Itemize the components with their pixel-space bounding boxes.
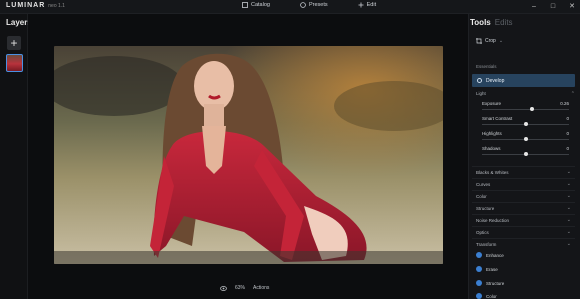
group-label: Transform <box>476 241 497 247</box>
zoom-level[interactable]: 63% <box>235 285 245 291</box>
slider-value[interactable]: 0 <box>566 146 569 151</box>
photo-image <box>54 46 443 264</box>
tool-structure[interactable]: Structure <box>476 280 504 286</box>
chevron-down-icon: ⌄ <box>566 229 571 235</box>
chevron-down-icon: ⌄ <box>566 241 571 247</box>
slider-label: Exposure <box>482 101 502 106</box>
nav-presets[interactable]: Presets <box>300 2 328 8</box>
tab-edits[interactable]: Edits <box>495 18 513 27</box>
group-curves[interactable]: Curves ⌄ <box>472 178 575 189</box>
slider-label: Highlights <box>482 131 502 136</box>
brand-name: LUMINAR <box>6 2 46 9</box>
structure-icon <box>476 280 482 286</box>
chevron-down-icon: ⌄ <box>566 181 571 187</box>
enhance-icon <box>476 252 482 258</box>
group-label: Color <box>476 193 487 199</box>
chevron-down-icon: ⌄ <box>498 38 504 44</box>
tool-enhance[interactable]: Enhance <box>476 252 504 258</box>
plus-icon: + <box>10 36 18 50</box>
title-bar: LUMINAR neo 1.1 Catalog Presets Edit – □ … <box>0 0 580 14</box>
photo[interactable] <box>54 46 443 264</box>
close-icon[interactable]: ✕ <box>568 2 576 10</box>
nav-edit[interactable]: Edit <box>358 2 376 8</box>
slider-knob[interactable] <box>523 122 528 126</box>
light-label: Light <box>476 91 486 96</box>
tool-label: Structure <box>486 280 505 286</box>
top-nav: Catalog Presets Edit <box>242 2 406 8</box>
group-structure[interactable]: Structure ⌄ <box>472 202 575 213</box>
group-label: Curves <box>476 181 491 187</box>
develop-label: Develop <box>486 77 505 84</box>
color-icon <box>476 293 482 299</box>
maximize-icon[interactable]: □ <box>549 2 557 10</box>
chevron-up-icon: ⌃ <box>570 91 575 97</box>
nav-catalog-label: Catalog <box>251 2 270 8</box>
minimize-icon[interactable]: – <box>530 2 538 10</box>
develop-icon <box>477 78 482 83</box>
slider-knob[interactable] <box>523 152 528 156</box>
tool-label: Erase <box>486 266 498 272</box>
develop-tool[interactable]: Develop <box>472 74 575 87</box>
nav-catalog[interactable]: Catalog <box>242 2 270 8</box>
tool-label: Enhance <box>486 252 504 258</box>
essentials-label: Essentials <box>476 64 497 69</box>
tab-tools[interactable]: Tools <box>470 18 491 27</box>
nav-edit-label: Edit <box>366 2 377 8</box>
slider-value[interactable]: 0 <box>566 116 569 121</box>
slider-track[interactable] <box>482 109 569 110</box>
slider-label: Shadows <box>482 146 501 151</box>
tools-tabs: Tools Edits <box>470 18 513 27</box>
add-layer-button[interactable]: + <box>7 36 21 50</box>
slider-knob[interactable] <box>523 137 528 141</box>
edit-icon <box>358 2 364 8</box>
chevron-down-icon: ⌄ <box>566 205 571 211</box>
catalog-icon <box>242 2 248 8</box>
group-label: Blacks & Whites <box>476 169 509 175</box>
actions-menu[interactable]: Actions <box>253 285 269 291</box>
eye-icon[interactable] <box>220 285 227 291</box>
group-blacks-whites[interactable]: Blacks & Whites ⌄ <box>472 166 575 177</box>
light-group[interactable]: Light ⌃ <box>476 91 575 97</box>
chevron-down-icon: ⌄ <box>566 217 571 223</box>
brand-version: neo 1.1 <box>48 3 65 9</box>
group-transform[interactable]: Transform ⌄ <box>472 238 575 249</box>
chevron-down-icon: ⌄ <box>566 193 571 199</box>
layer-thumbnail[interactable] <box>6 54 23 72</box>
tool-erase[interactable]: Erase <box>476 266 498 272</box>
group-optics[interactable]: Optics ⌄ <box>472 226 575 237</box>
window-controls: – □ ✕ <box>530 2 576 11</box>
group-label: Structure <box>476 205 495 211</box>
crop-button[interactable]: Crop ⌄ <box>476 38 503 44</box>
slider-value[interactable]: 0 <box>566 131 569 136</box>
tool-color[interactable]: Color <box>476 293 497 299</box>
presets-icon <box>300 2 306 8</box>
bottom-bar: 63% Actions <box>220 285 269 291</box>
group-label: Optics <box>476 229 489 235</box>
erase-icon <box>476 266 482 272</box>
group-label: Noise Reduction <box>476 217 510 223</box>
group-noise-reduction[interactable]: Noise Reduction ⌄ <box>472 214 575 225</box>
chevron-down-icon: ⌄ <box>566 169 571 175</box>
app-brand: LUMINAR neo 1.1 <box>6 2 65 9</box>
group-color[interactable]: Color ⌄ <box>472 190 575 201</box>
slider-value[interactable]: 0.26 <box>560 101 569 106</box>
crop-icon <box>476 38 482 44</box>
slider-label: Smart Contrast <box>482 116 513 121</box>
nav-presets-label: Presets <box>308 2 328 8</box>
tool-label: Color <box>486 293 497 299</box>
crop-label: Crop <box>485 38 496 44</box>
